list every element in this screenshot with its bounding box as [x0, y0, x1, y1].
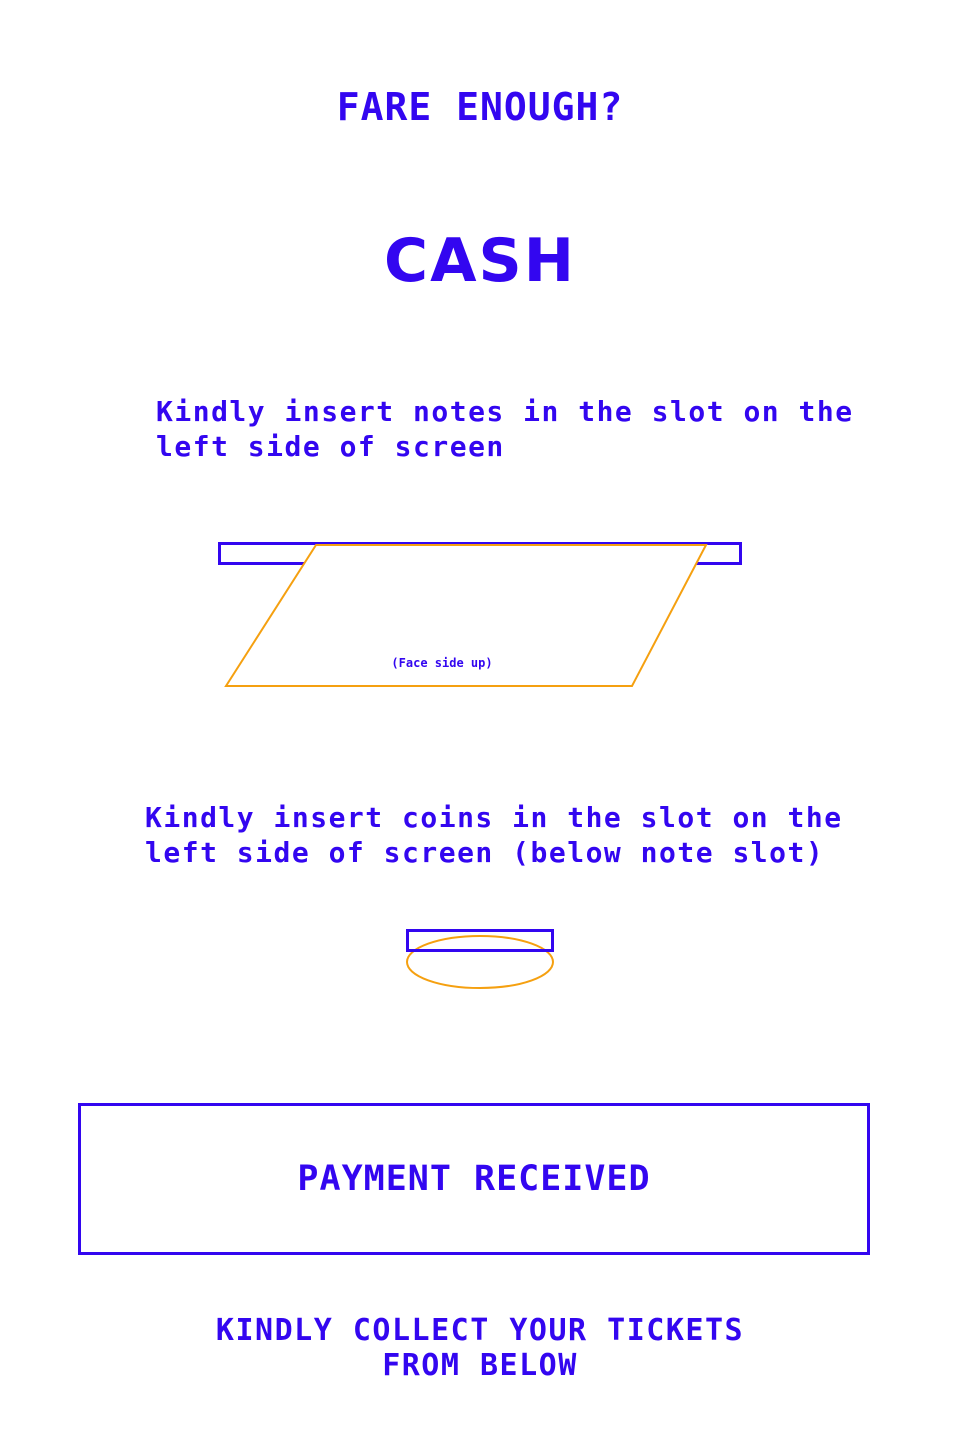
coin-instruction-text: Kindly insert coins in the slot on the l…	[145, 801, 843, 869]
collect-tickets-line-1: KINDLY COLLECT YOUR TICKETS	[215, 1313, 745, 1348]
face-side-up-label: (Face side up)	[391, 656, 493, 670]
note-slot	[218, 542, 742, 565]
collect-tickets-message: KINDLY COLLECT YOUR TICKETS FROM BELOW	[0, 1313, 960, 1383]
app-title: FARE ENOUGH?	[336, 85, 624, 129]
collect-tickets-line-2: FROM BELOW	[382, 1348, 578, 1383]
page-title: CASH	[384, 226, 576, 296]
note-instruction-text: Kindly insert notes in the slot on the l…	[156, 395, 854, 463]
coin-slot	[406, 929, 554, 952]
payment-status-label: PAYMENT RECEIVED	[297, 1159, 651, 1199]
payment-status-box: PAYMENT RECEIVED	[78, 1103, 870, 1255]
